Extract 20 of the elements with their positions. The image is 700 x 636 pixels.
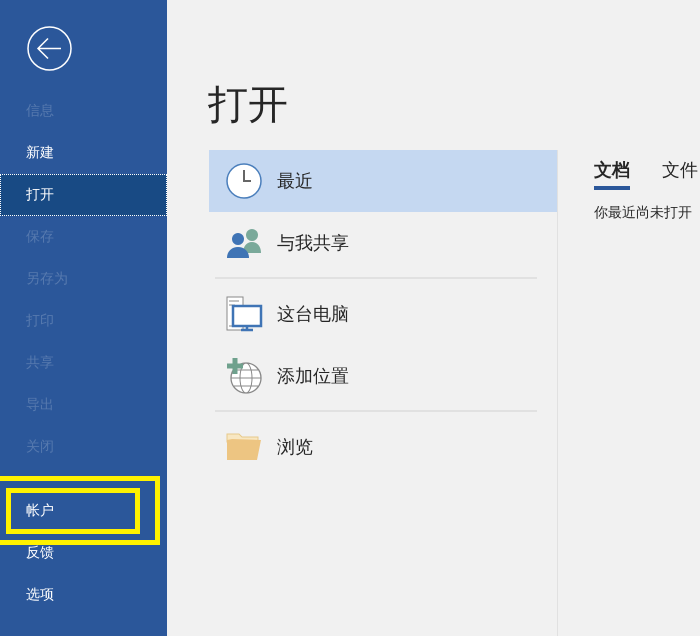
- place-item[interactable]: 最近: [209, 150, 557, 212]
- place-item[interactable]: 浏览: [209, 416, 557, 478]
- sidebar-item[interactable]: 帐户: [0, 490, 167, 532]
- place-item[interactable]: 这台电脑: [209, 283, 557, 345]
- computer-icon: [225, 296, 263, 332]
- sidebar-item[interactable]: 打开: [0, 174, 167, 216]
- empty-message: 你最近尚未打开: [594, 204, 693, 222]
- sidebar-item[interactable]: 新建: [0, 132, 167, 174]
- tab[interactable]: 文档: [594, 158, 630, 190]
- globe-plus-icon: [225, 357, 263, 395]
- folder-icon: [225, 432, 263, 462]
- back-icon[interactable]: [27, 26, 72, 71]
- clock-icon: [225, 162, 263, 200]
- sidebar-item[interactable]: 反馈: [0, 532, 167, 574]
- place-item[interactable]: 添加位置: [209, 345, 557, 407]
- sidebar-item[interactable]: 选项: [0, 574, 167, 616]
- people-icon: [225, 227, 263, 259]
- place-item[interactable]: 与我共享: [209, 212, 557, 274]
- tab[interactable]: 文件: [662, 158, 698, 190]
- page-title: 打开: [208, 81, 289, 130]
